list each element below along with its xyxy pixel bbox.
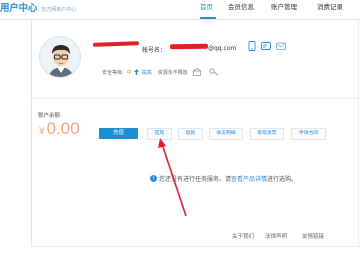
nav-member-info-label: 会员信息 bbox=[228, 3, 254, 11]
refund-button[interactable]: 退款 bbox=[178, 128, 203, 140]
currency-symbol: ¥ bbox=[39, 126, 45, 137]
balance-value: 0.00 bbox=[46, 119, 80, 138]
brand[interactable]: 用户中心 吉方网用户中心 bbox=[0, 0, 76, 18]
nav-home[interactable]: 首页 bbox=[200, 0, 216, 19]
footer-legal-link[interactable]: 法律声明 bbox=[265, 232, 287, 240]
balance-label: 账户余额: bbox=[38, 113, 62, 119]
brand-subtitle: 吉方网用户中心 bbox=[41, 7, 77, 13]
id-card-icon[interactable] bbox=[261, 41, 271, 51]
security-label: 安全等级: bbox=[102, 69, 124, 76]
nav-consumption[interactable]: 消费记录 bbox=[317, 0, 343, 14]
contract-request-button[interactable]: 申请合同 bbox=[291, 128, 326, 140]
verify-icons bbox=[248, 41, 286, 51]
account-name-label: 帐号名： bbox=[142, 47, 167, 54]
nav-account-manage-label: 账户管理 bbox=[271, 3, 297, 11]
assets-status: 资源永不释放 bbox=[157, 69, 188, 76]
transactions-button[interactable]: 收支明细 bbox=[209, 128, 243, 140]
recharge-button[interactable]: 充值 bbox=[99, 128, 138, 139]
arrow-up-icon bbox=[133, 69, 139, 75]
email-verify-icon[interactable] bbox=[276, 41, 286, 51]
security-level-value: 中 bbox=[126, 69, 132, 76]
withdraw-button[interactable]: 提现 bbox=[147, 128, 172, 140]
notice-prefix: 您还没有进行任务服务。请 bbox=[159, 176, 232, 183]
server-icon bbox=[192, 68, 201, 76]
product-details-link[interactable]: 查看产品详情 bbox=[231, 174, 267, 183]
footer-divider bbox=[31, 246, 360, 247]
phone-icon[interactable] bbox=[248, 41, 256, 51]
redaction-mark bbox=[92, 41, 140, 47]
footer-about-link[interactable]: 关于我们 bbox=[232, 232, 254, 240]
left-border bbox=[31, 20, 32, 246]
right-border bbox=[358, 20, 359, 246]
info-icon: i bbox=[150, 175, 157, 182]
invoice-request-button[interactable]: 索取发票 bbox=[250, 128, 284, 140]
avatar-icon bbox=[40, 37, 80, 77]
top-header: 用户中心 吉方网用户中心 首页 会员信息 账户管理 消费记录 bbox=[0, 0, 360, 20]
nav-home-label: 首页 bbox=[200, 3, 213, 11]
nav-account-manage[interactable]: 账户管理 bbox=[271, 0, 297, 14]
redaction-mark bbox=[169, 43, 209, 50]
nav-member-info[interactable]: 会员信息 bbox=[228, 0, 254, 14]
key-icon bbox=[209, 68, 218, 76]
section-divider bbox=[31, 98, 358, 99]
notice-suffix: 进行选购。 bbox=[267, 176, 298, 183]
account-email: @qq.com bbox=[208, 45, 237, 52]
nav-active-underline bbox=[200, 17, 216, 19]
footer-friends-link[interactable]: 友情链接 bbox=[302, 232, 324, 240]
nav-consumption-label: 消费记录 bbox=[317, 3, 343, 11]
avatar[interactable] bbox=[39, 36, 81, 78]
brand-title: 用户中心 bbox=[0, 3, 38, 14]
empty-service-notice: i 您还没有进行任务服务。请 查看产品详情 进行选购。 bbox=[150, 174, 297, 183]
balance-amount: ¥0.00 bbox=[39, 119, 80, 139]
security-upgrade-link[interactable]: 提高 bbox=[142, 69, 152, 76]
security-level: 安全等级: 中 提高 资源永不释放 bbox=[102, 68, 219, 76]
